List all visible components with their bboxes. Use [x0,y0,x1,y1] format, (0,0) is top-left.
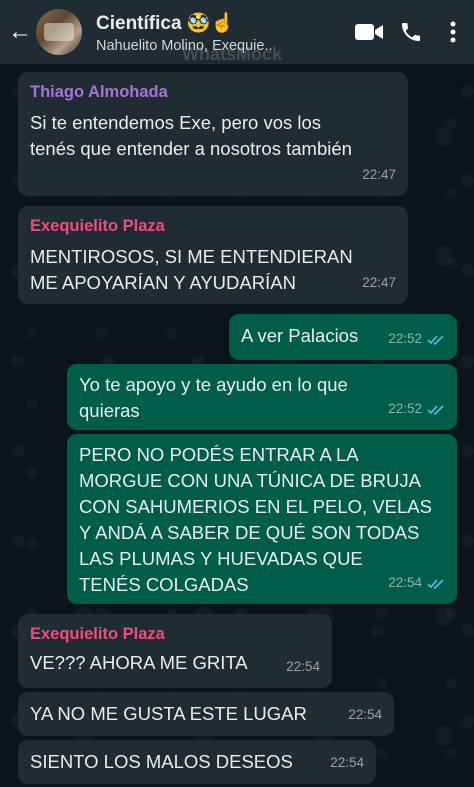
message-line: VE??? AHORA ME GRITA [30,652,248,673]
time-label: 22:52 [388,331,422,346]
message-line: MORGUE CON UNA TÚNICA DE BRUJA [79,470,421,491]
phone-icon[interactable] [390,0,432,64]
message-text: YA NO ME GUSTA ESTE LUGAR [30,701,382,727]
message-text: MENTIROSOS, SI ME ENTENDIERAN ME APOYARÍ… [30,244,396,296]
more-options-icon[interactable] [432,0,474,64]
message-text: Si te entendemos Exe, pero vos los tenés… [30,110,396,162]
time-label: 22:52 [388,401,422,416]
message-bubble-incoming[interactable]: SIENTO LOS MALOS DESEOS 22:54 [18,740,376,784]
message-line: YA NO ME GUSTA ESTE LUGAR [30,703,307,724]
time-label: 22:54 [286,659,320,674]
watermark: WhatsMock [182,44,283,64]
message-sender: Exequielito Plaza [30,625,165,643]
message-bubble-incoming[interactable]: Exequielito Plaza VE??? AHORA ME GRITA 2… [18,614,332,688]
message-sender: Exequielito Plaza [30,217,165,235]
time-label: 22:54 [388,575,422,590]
message-line: Y ANDÁ A SABER DE QUÉ SON TODAS [79,522,420,543]
message-line: PERO NO PODÉS ENTRAR A LA [79,444,359,465]
time-label: 22:47 [362,275,396,290]
message-time: 22:54 [330,750,364,776]
read-ticks-icon [427,578,445,589]
time-label: 22:54 [330,755,364,770]
group-avatar[interactable] [36,9,82,55]
message-line: LAS PLUMAS Y HUEVADAS QUE [79,548,363,569]
read-ticks-icon [427,404,445,415]
message-line: tenés que entender a nosotros también [30,138,352,159]
message-text: VE??? AHORA ME GRITA [30,650,320,676]
back-arrow-icon[interactable]: ← [0,0,36,64]
message-time: 22:54 [286,654,320,680]
message-bubble-incoming[interactable]: YA NO ME GUSTA ESTE LUGAR 22:54 [18,692,394,736]
message-line: Si te entendemos Exe, pero vos los [30,112,322,133]
message-bubble-outgoing[interactable]: PERO NO PODÉS ENTRAR A LA MORGUE CON UNA… [67,434,457,604]
message-line: SIENTO LOS MALOS DESEOS [30,751,293,772]
chat-title: Científica 🥸☝ [96,12,235,34]
message-line: Yo te apoyo y te ayudo en lo que [79,374,348,395]
message-time: 22:52 [388,396,445,422]
message-time: 22:54 [348,702,382,728]
message-time: 22:52 [388,326,445,352]
message-bubble-incoming[interactable]: Exequielito Plaza MENTIROSOS, SI ME ENTE… [18,206,408,304]
message-line: MENTIROSOS, SI ME ENTENDIERAN [30,246,353,267]
message-time: 22:54 [388,570,445,596]
message-line: CON SAHUMERIOS EN EL PELO, VELAS [79,496,432,517]
time-label: 22:47 [362,167,396,182]
message-bubble-incoming[interactable]: Thiago Almohada Si te entendemos Exe, pe… [18,72,408,196]
time-label: 22:54 [348,707,382,722]
read-ticks-icon [427,334,445,345]
video-call-icon[interactable] [348,0,390,64]
message-bubble-outgoing[interactable]: A ver Palacios 22:52 [229,314,457,360]
message-line: ME APOYARÍAN Y AYUDARÍAN [30,272,296,293]
message-bubble-outgoing[interactable]: Yo te apoyo y te ayudo en lo que quieras… [67,364,457,430]
message-time: 22:47 [362,162,396,188]
message-text: SIENTO LOS MALOS DESEOS [30,749,364,775]
message-time: 22:47 [362,270,396,296]
message-sender: Thiago Almohada [30,83,168,101]
